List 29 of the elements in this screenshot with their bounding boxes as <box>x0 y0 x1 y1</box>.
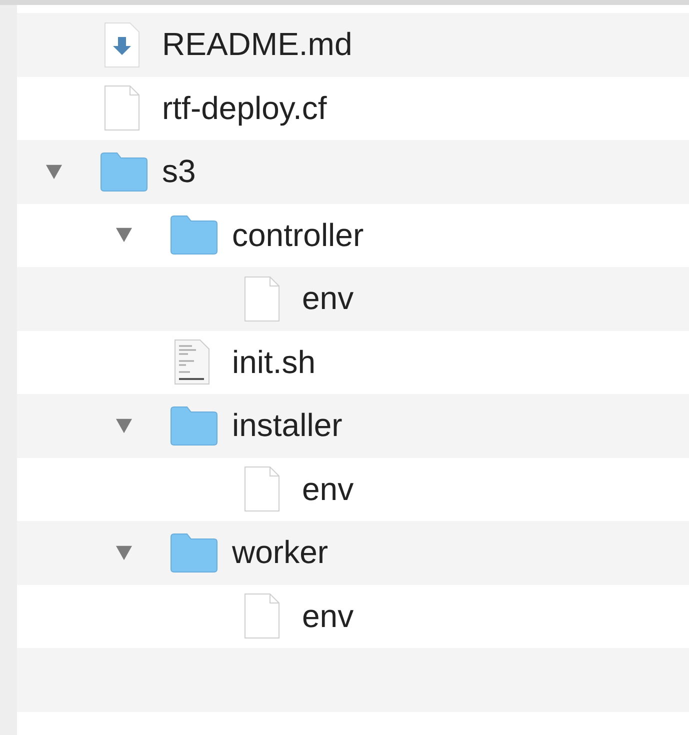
file-name: init.sh <box>232 344 316 381</box>
file-row[interactable]: README.md <box>17 13 689 76</box>
script-document-icon <box>174 339 210 386</box>
file-name: worker <box>232 534 328 572</box>
document-icon <box>244 276 280 322</box>
document-icon <box>244 593 280 640</box>
document-icon <box>104 85 140 132</box>
collapse-triangle-icon[interactable] <box>115 418 133 434</box>
folder-icon <box>170 406 218 446</box>
file-name: env <box>302 470 354 508</box>
collapse-triangle-icon[interactable] <box>115 227 133 244</box>
download-document-icon <box>104 22 140 68</box>
file-row[interactable]: worker <box>17 521 689 584</box>
file-name: controller <box>232 216 364 254</box>
file-row[interactable]: env <box>17 267 689 330</box>
file-name: rtf-deploy.cf <box>162 90 327 127</box>
collapse-triangle-icon[interactable] <box>115 544 133 561</box>
collapse-triangle-icon[interactable] <box>45 164 63 180</box>
file-row[interactable]: installer <box>17 394 689 458</box>
folder-icon <box>170 215 218 256</box>
folder-icon <box>100 152 148 192</box>
file-row[interactable]: s3 <box>17 140 689 204</box>
file-name: README.md <box>162 26 352 64</box>
folder-icon <box>170 532 218 573</box>
file-name: env <box>302 598 354 635</box>
file-name: s3 <box>162 153 196 190</box>
document-icon <box>244 466 280 512</box>
file-name: installer <box>232 407 342 444</box>
file-name: env <box>302 280 354 318</box>
